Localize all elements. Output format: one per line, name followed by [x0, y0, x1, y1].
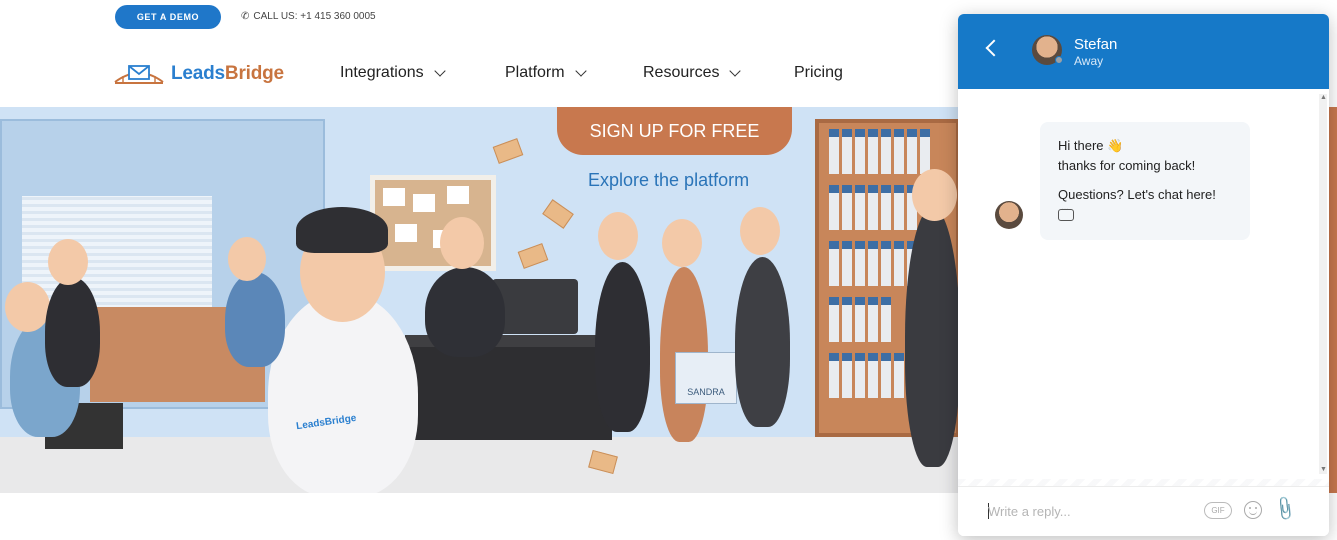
- woman-left-head: [598, 212, 638, 260]
- man-mic-head: [912, 169, 957, 221]
- attach-icon[interactable]: 📎: [1270, 495, 1299, 524]
- chevron-down-icon: [729, 65, 742, 77]
- nav-item-integrations[interactable]: Integrations: [340, 64, 446, 82]
- nav-label: Resources: [643, 64, 720, 81]
- reply-composer: GIF 📎: [958, 486, 1329, 536]
- nav-item-resources[interactable]: Resources: [643, 64, 742, 82]
- get-a-demo-button[interactable]: GET A DEMO: [115, 5, 221, 29]
- nav-label: Pricing: [794, 64, 843, 81]
- explore-the-platform-link[interactable]: Explore the platform: [588, 170, 749, 191]
- shopping-bag: SANDRA: [675, 352, 737, 404]
- shelf-row: [829, 129, 947, 174]
- chat-icon: [1058, 204, 1074, 221]
- message-bubble: Hi there 👋 thanks for coming back! Quest…: [1040, 122, 1250, 240]
- logo-leads: Leads: [171, 63, 225, 84]
- message-line: Questions? Let's chat here!: [1058, 187, 1216, 202]
- logo-bridge: Bridge: [224, 63, 284, 84]
- logo-bridge-envelope-icon: [114, 65, 164, 84]
- chat-scrollbar[interactable]: [1319, 94, 1327, 474]
- nav-item-pricing[interactable]: Pricing: [794, 64, 843, 82]
- scroll-down-icon[interactable]: ▼: [1320, 466, 1327, 473]
- nav-label: Integrations: [340, 64, 424, 81]
- sign-up-for-free-button[interactable]: SIGN UP FOR FREE: [557, 107, 792, 155]
- message-line: Hi there 👋: [1058, 138, 1124, 153]
- note: [413, 194, 435, 212]
- note: [395, 224, 417, 242]
- laptop: [492, 279, 578, 334]
- back-icon[interactable]: [985, 39, 1003, 57]
- agent-name: Stefan: [1074, 36, 1118, 53]
- man-with-mic: [905, 207, 960, 467]
- call-us[interactable]: ✆ CALL US: +1 415 360 0005: [241, 11, 376, 22]
- call-us-text: CALL US: +1 415 360 0005: [253, 11, 376, 22]
- reply-input[interactable]: [988, 499, 1198, 523]
- message-avatar: [995, 201, 1023, 229]
- man-at-desk: [425, 267, 505, 357]
- hero-edge: [1329, 107, 1337, 493]
- leadsbridge-logo[interactable]: LeadsBridge: [113, 62, 284, 86]
- bag-label: SANDRA: [687, 387, 725, 397]
- note: [383, 188, 405, 206]
- woman-middle-head: [662, 219, 702, 267]
- scroll-up-icon[interactable]: ▲: [1320, 94, 1327, 101]
- chat-header: Stefan Away: [958, 14, 1329, 89]
- man-glasses-head: [5, 282, 50, 332]
- logo-text: LeadsBridge: [171, 63, 284, 85]
- emoji-icon[interactable]: [1244, 501, 1262, 519]
- note: [447, 186, 469, 204]
- away-status-dot: [1055, 56, 1063, 64]
- woman-right-head: [740, 207, 780, 255]
- phone-icon: ✆: [241, 11, 250, 22]
- man-dancing-head: [48, 239, 88, 285]
- woman-headset-head: [228, 237, 266, 281]
- front-desk: [405, 335, 612, 440]
- gif-button[interactable]: GIF: [1204, 502, 1232, 519]
- man-head: [440, 217, 484, 269]
- woman-headset: [225, 272, 285, 367]
- man-dancing: [45, 277, 100, 387]
- agent-status: Away: [1074, 54, 1104, 68]
- main-character-body: [268, 292, 418, 493]
- message-line: thanks for coming back!: [1058, 158, 1196, 173]
- chat-widget: Stefan Away ▲ ▼ Hi there 👋 thanks for co…: [958, 14, 1329, 536]
- nav-item-platform[interactable]: Platform: [505, 64, 587, 82]
- main-character-hair: [296, 207, 388, 253]
- woman-left: [595, 262, 650, 432]
- nav-label: Platform: [505, 64, 565, 81]
- woman-right: [735, 257, 790, 427]
- chevron-down-icon: [574, 65, 587, 77]
- chevron-down-icon: [433, 65, 446, 77]
